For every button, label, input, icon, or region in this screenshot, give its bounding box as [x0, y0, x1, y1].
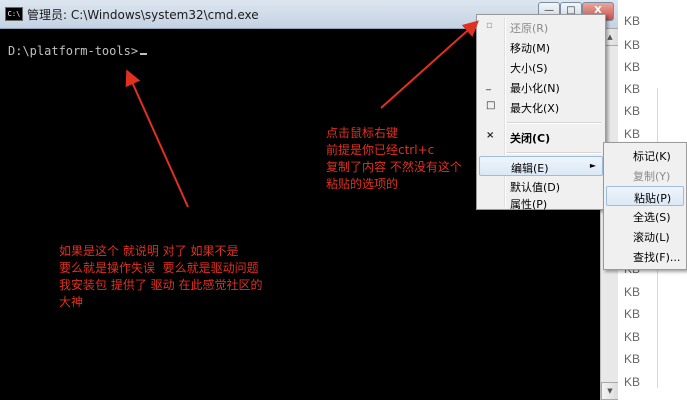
file-size-unit: KB — [624, 375, 641, 389]
menu-item-edit[interactable]: 编辑(E) ► — [479, 156, 603, 176]
menu-item-defaults[interactable]: 默认值(D) — [479, 176, 603, 196]
console-output[interactable]: D:\platform-tools> — [8, 44, 148, 58]
text-cursor — [140, 53, 148, 55]
menu-item-close[interactable]: × 关闭(C) — [479, 127, 603, 147]
menu-item-label: 默认值(D) — [510, 181, 561, 194]
file-size-unit: KB — [624, 307, 641, 321]
submenu-item-paste[interactable]: 粘贴(P) — [606, 186, 684, 206]
submenu-arrow-icon: ► — [589, 161, 596, 170]
menu-item-label: 关闭(C) — [510, 132, 551, 145]
maximize-icon: □ — [486, 100, 496, 111]
command-prompt: D:\platform-tools> — [8, 44, 139, 58]
menu-item-move[interactable]: 移动(M) — [479, 37, 603, 57]
file-size-unit: KB — [624, 352, 641, 366]
close-icon: × — [486, 130, 495, 141]
menu-item-label: 属性(P) — [510, 198, 548, 211]
submenu-item-mark[interactable]: 标记(K) — [606, 145, 684, 165]
file-size-unit: KB — [624, 330, 641, 344]
menu-item-label: 粘贴(P) — [634, 192, 672, 205]
menu-item-label: 最大化(X) — [510, 102, 560, 115]
submenu-item-scroll[interactable]: 滚动(L) — [606, 226, 684, 246]
menu-item-maximize[interactable]: □ 最大化(X) — [479, 97, 603, 117]
menu-item-label: 还原(R) — [510, 22, 549, 35]
menu-item-label: 标记(K) — [633, 150, 671, 163]
menu-item-label: 移动(M) — [510, 42, 551, 55]
file-size-unit: KB — [624, 104, 641, 118]
annotation-right-click-note: 点击鼠标右键 前提是你已经ctrl+c 复制了内容 不然没有这个 粘贴的选项的 — [326, 126, 462, 191]
menu-item-label: 全选(S) — [633, 211, 671, 224]
cmd-app-icon[interactable]: C:\ — [5, 7, 23, 21]
annotation-success-note: 如果是这个 就说明 对了 如果不是 要么就是操作失误 要么就是驱动问题 我安装包… — [59, 244, 263, 309]
file-size-unit: KB — [624, 127, 641, 141]
minimize-icon: _ — [486, 80, 491, 91]
menu-separator — [507, 122, 601, 124]
file-size-unit: KB — [624, 285, 641, 299]
file-size-unit: KB — [624, 82, 641, 96]
edit-submenu: 标记(K) 复制(Y) 粘贴(P) 全选(S) 滚动(L) 查找(F)... — [603, 142, 687, 270]
menu-item-label: 大小(S) — [510, 62, 548, 75]
menu-item-label: 滚动(L) — [633, 231, 670, 244]
window-title: 管理员: C:\Windows\system32\cmd.exe — [27, 8, 259, 22]
menu-separator — [507, 152, 601, 154]
submenu-item-find[interactable]: 查找(F)... — [606, 246, 684, 266]
scroll-down-button[interactable]: ▼ — [601, 382, 619, 400]
submenu-item-copy[interactable]: 复制(Y) — [606, 165, 684, 185]
menu-item-label: 查找(F)... — [633, 251, 681, 264]
system-context-menu: ▫ 还原(R) 移动(M) 大小(S) _ 最小化(N) □ 最大化(X) × … — [476, 14, 606, 211]
file-size-unit: KB — [624, 14, 641, 28]
restore-icon: ▫ — [486, 20, 493, 31]
file-size-unit: KB — [624, 60, 641, 74]
menu-item-label: 复制(Y) — [633, 170, 671, 183]
menu-item-restore[interactable]: ▫ 还原(R) — [479, 17, 603, 37]
submenu-item-select-all[interactable]: 全选(S) — [606, 206, 684, 226]
menu-item-properties[interactable]: 属性(P) — [479, 196, 603, 211]
menu-item-label: 编辑(E) — [511, 162, 549, 175]
menu-item-minimize[interactable]: _ 最小化(N) — [479, 77, 603, 97]
menu-item-size[interactable]: 大小(S) — [479, 57, 603, 77]
menu-item-label: 最小化(N) — [510, 82, 560, 95]
file-size-unit: KB — [624, 38, 641, 52]
